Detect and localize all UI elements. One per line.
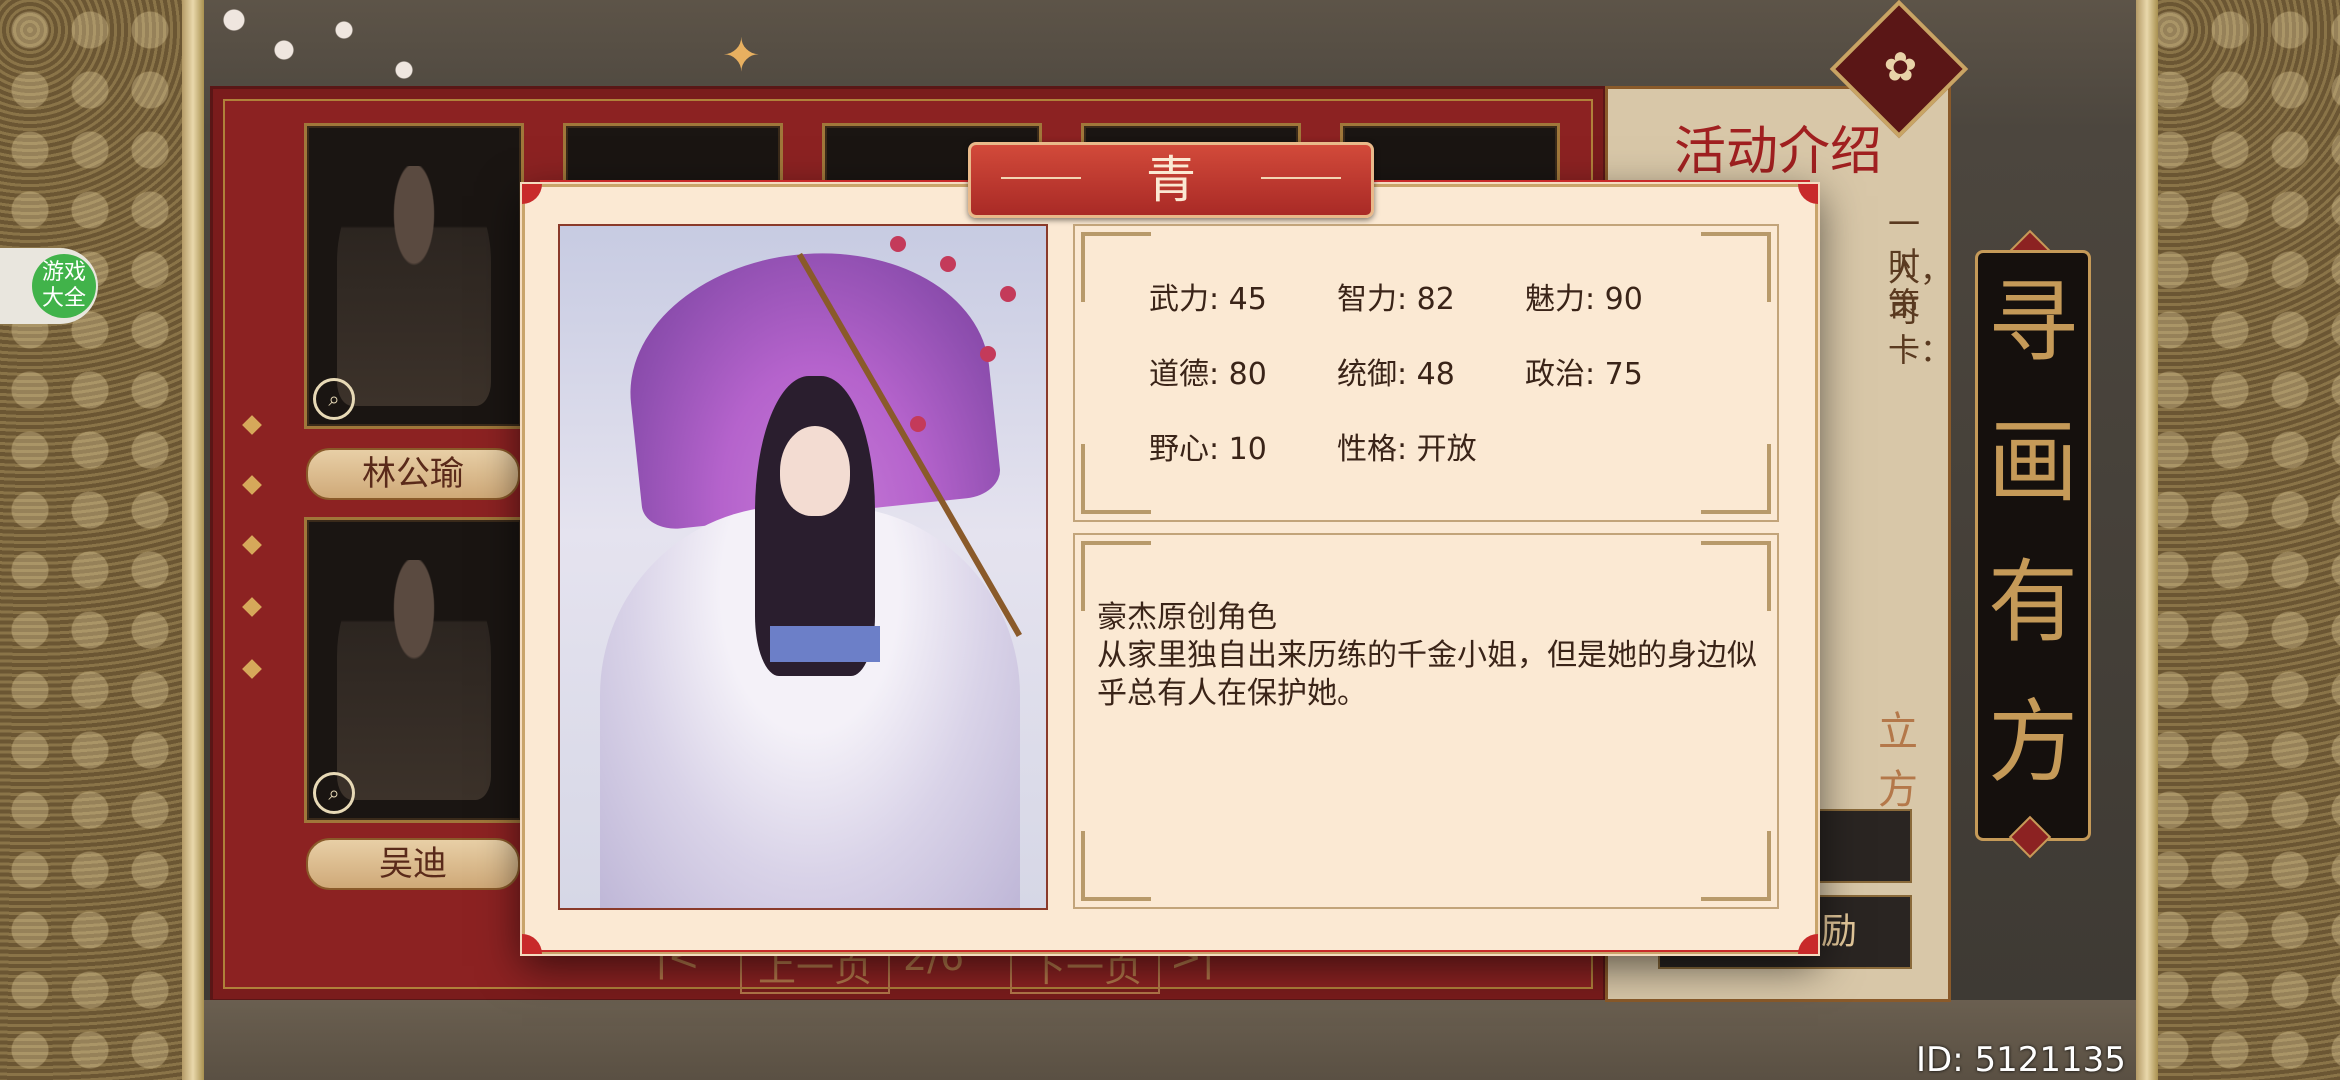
magnifier-icon[interactable]: ⌕ (313, 772, 355, 814)
character-figure (337, 560, 491, 800)
stat-personality: 性格: 开放 (1337, 432, 1477, 467)
plum-blossom (940, 256, 956, 272)
character-card-1[interactable]: ⌕ (304, 123, 524, 429)
description-box: 豪杰原创角色 从家里独自出来历练的千金小姐，但是她的身边似 乎总有人在保护她。 (1073, 533, 1779, 909)
plum-blossom (980, 346, 996, 362)
dialog-corner (1798, 184, 1818, 204)
description-line: 乎总有人在保护她。 (1097, 676, 1367, 711)
corner-ornament (1701, 831, 1771, 901)
right-pillar (2136, 0, 2158, 1080)
character-description: 豪杰原创角色 从家里独自出来历练的千金小姐，但是她的身边似 乎总有人在保护她。 (1097, 599, 1757, 713)
stat-ambition: 野心: 10 (1149, 432, 1267, 467)
app-badge-line1: 游戏 (41, 260, 86, 285)
plum-blossom (910, 416, 926, 432)
dialog-corner (522, 184, 542, 204)
stat-force: 武力: 45 (1149, 282, 1267, 317)
player-id-label: ID: 5121135 (1916, 1040, 2126, 1080)
corner-ornament (1081, 831, 1151, 901)
bottom-strip (204, 1000, 2136, 1080)
butterfly-icon: ✦ (722, 28, 761, 82)
app-badge-icon[interactable]: 游戏 大全 (32, 254, 96, 318)
activity-text-fragment: 策卡： (1888, 285, 1953, 369)
description-line: 从家里独自出来历练的千金小姐，但是她的身边似 (1097, 638, 1757, 673)
corner-ornament (1081, 232, 1151, 302)
right-wall-pattern (2140, 0, 2340, 1080)
stat-morality: 道德: 80 (1149, 357, 1267, 392)
corner-ornament (1701, 232, 1771, 302)
character-card-2[interactable]: ⌕ (304, 517, 524, 823)
stat-command: 统御: 48 (1337, 357, 1455, 392)
scroll-char: 画 (1988, 410, 2078, 515)
dialog-corner (522, 934, 542, 954)
app-badge-line2: 大全 (41, 286, 86, 311)
character-face (780, 426, 850, 516)
stat-intelligence: 智力: 82 (1337, 282, 1455, 317)
character-sash (770, 626, 880, 662)
scroll-char: 有 (1988, 550, 2078, 655)
corner-ornament (1081, 444, 1151, 514)
flower-icon: ✿ (1883, 44, 1918, 91)
corner-ornament (1701, 444, 1771, 514)
app-badge[interactable]: 游戏 大全 (0, 248, 98, 324)
plum-blossom (1000, 286, 1016, 302)
activity-scroll-banner: 寻 画 有 方 (1975, 250, 2091, 841)
stats-box: 武力: 45 智力: 82 魅力: 90 道德: 80 统御: 48 政治: 7… (1073, 224, 1779, 522)
scroll-char: 方 (1988, 690, 2078, 795)
left-wall-pattern (0, 0, 200, 1080)
dialog-title: 青 (1146, 151, 1196, 209)
scroll-char: 寻 (1988, 270, 2078, 375)
character-portrait (558, 224, 1048, 910)
character-figure (337, 166, 491, 406)
stat-charm: 魅力: 90 (1525, 282, 1643, 317)
plum-blossom (890, 236, 906, 252)
dialog-title-plate: 青 (968, 142, 1374, 218)
left-pillar (182, 0, 204, 1080)
stat-politics: 政治: 75 (1525, 357, 1643, 392)
character-name-2[interactable]: 吴迪 (306, 838, 520, 890)
activity-text-fragment: 立方 (1878, 709, 1918, 813)
character-name-1[interactable]: 林公瑜 (306, 448, 520, 500)
description-line: 豪杰原创角色 (1097, 600, 1277, 635)
magnifier-icon[interactable]: ⌕ (313, 378, 355, 420)
dialog-border-line (540, 950, 1810, 952)
